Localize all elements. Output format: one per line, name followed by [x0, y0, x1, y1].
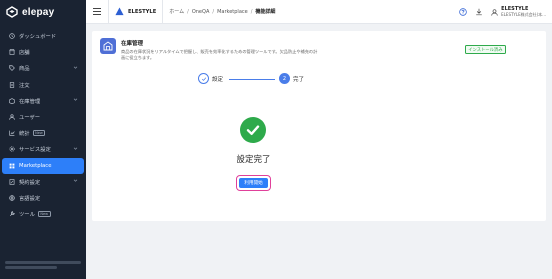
breadcrumb-separator: /	[250, 8, 253, 15]
step-settings: 設定	[198, 73, 223, 84]
start-button-highlight: 利用開始	[236, 175, 271, 191]
store-selector[interactable]: ELESTYLE	[109, 0, 162, 24]
check-icon	[246, 125, 260, 135]
sidebar-item[interactable]: ツール New	[0, 206, 86, 222]
grid-icon	[9, 163, 15, 169]
download-icon	[476, 8, 482, 16]
store-logo-icon	[115, 7, 124, 16]
stepper: 設定 2 完了	[92, 73, 546, 85]
app-description: 商品の在庫状況をリアルタイムで把握し、販売を効率化するための管理ツールです。欠品…	[121, 49, 318, 60]
sidebar-item[interactable]: Marketplace	[2, 157, 84, 174]
breadcrumb: ホーム / OneQA / Marketplace / 機能詳細	[163, 8, 276, 16]
sidebar-item-label: ダッシュボード	[19, 34, 57, 41]
breadcrumb-separator: /	[187, 8, 189, 15]
brand-logo[interactable]: elepay	[0, 0, 86, 24]
chevron-down-icon[interactable]	[73, 146, 78, 153]
sidebar-item[interactable]: 契約設定	[0, 174, 86, 190]
chevron-down-icon[interactable]	[73, 65, 78, 72]
breadcrumb-separator: /	[212, 8, 215, 15]
sidebar-item[interactable]: サービス設定	[0, 141, 86, 157]
app-title: 在庫管理	[121, 41, 144, 47]
breadcrumb-home[interactable]: ホーム	[169, 8, 184, 15]
sidebar-item[interactable]: 商品	[0, 60, 86, 76]
new-badge: New	[32, 129, 46, 137]
app-header: 在庫管理 商品の在庫状況をリアルタイムで把握し、販売を効率化するための管理ツール…	[100, 38, 321, 61]
help-button[interactable]	[455, 0, 471, 24]
document-icon	[9, 81, 15, 88]
wrench-icon	[9, 211, 15, 217]
check-icon	[201, 76, 206, 81]
sidebar-item-label: 言語設定	[19, 195, 41, 202]
chevron-down-icon[interactable]	[73, 178, 78, 185]
chart-icon	[9, 130, 15, 136]
store-icon	[9, 49, 15, 55]
user-menu[interactable]: ELESTYLE ELESTYLE株式会社(本...	[487, 6, 552, 18]
sidebar-item-label: 契約設定	[19, 179, 41, 186]
sidebar-nav: ダッシュボード 店舗 商品 注文 在庫管理 ユーザー 統計 New サービス設定 Marketpl…	[0, 28, 86, 222]
breadcrumb-oneqa[interactable]: OneQA	[192, 9, 210, 15]
sidebar-item-label: 店舗	[19, 50, 30, 57]
sidebar-item-label: サービス設定	[19, 147, 51, 154]
store-name: ELESTYLE	[128, 8, 157, 15]
top-header: ELESTYLE ホーム / OneQA / Marketplace / 機能詳…	[86, 0, 552, 24]
step-connector	[229, 78, 275, 80]
header-actions: ELESTYLE ELESTYLE株式会社(本...	[455, 0, 552, 24]
download-button[interactable]	[471, 0, 487, 24]
help-icon	[459, 8, 467, 16]
sidebar-item[interactable]: 在庫管理	[0, 93, 86, 109]
sidebar-item-label: ユーザー	[19, 115, 41, 122]
sidebar-item[interactable]: 店舗	[0, 44, 86, 60]
contract-icon	[9, 179, 15, 185]
sidebar-item-label: Marketplace	[19, 162, 52, 169]
user-icon	[491, 8, 498, 16]
brand-name: elepay	[22, 6, 55, 18]
box-icon	[9, 98, 15, 104]
breadcrumb-current: 機能詳細	[255, 9, 276, 15]
start-using-button[interactable]: 利用開始	[239, 178, 268, 188]
user-icon	[9, 114, 15, 120]
step-done-circle	[198, 73, 209, 84]
app-icon	[100, 38, 116, 54]
elepay-logo-icon	[6, 6, 18, 18]
sidebar-footer-blurred	[5, 261, 81, 271]
chevron-down-icon[interactable]	[73, 97, 78, 104]
step-complete: 2 完了	[279, 73, 304, 84]
warehouse-icon	[103, 41, 113, 51]
step-label: 完了	[293, 76, 305, 83]
sidebar-item[interactable]: ダッシュボード	[0, 28, 86, 44]
sidebar: elepay ダッシュボード 店舗 商品 注文 在庫管理 ユーザー 統計 New サービス設定 M…	[0, 0, 86, 279]
completion-title: 設定完了	[236, 155, 271, 165]
installed-badge: インストール済み	[464, 45, 506, 54]
clock-icon	[9, 33, 15, 39]
settings-icon	[9, 146, 15, 152]
sidebar-item[interactable]: 統計 New	[0, 125, 86, 141]
user-organization: ELESTYLE株式会社(本...	[501, 12, 546, 17]
user-info: ELESTYLE ELESTYLE株式会社(本...	[501, 6, 546, 18]
step-label: 設定	[212, 76, 224, 83]
step-number: 2	[279, 73, 290, 84]
tag-icon	[9, 65, 15, 72]
app-text: 在庫管理 商品の在庫状況をリアルタイムで把握し、販売を効率化するための管理ツール…	[121, 38, 321, 61]
sidebar-item[interactable]: 注文	[0, 77, 86, 93]
new-badge: New	[37, 210, 51, 218]
language-icon	[9, 195, 15, 201]
sidebar-item-label: 商品	[19, 66, 30, 73]
app-detail-card: 在庫管理 商品の在庫状況をリアルタイムで把握し、販売を効率化するための管理ツール…	[92, 31, 546, 221]
sidebar-item-label: ツール	[19, 212, 35, 219]
hamburger-icon	[93, 8, 101, 15]
sidebar-item-label: 統計	[19, 131, 30, 138]
sidebar-item-label: 在庫管理	[19, 98, 41, 105]
sidebar-item[interactable]: ユーザー	[0, 109, 86, 125]
success-icon	[240, 117, 266, 143]
sidebar-item[interactable]: 言語設定	[0, 190, 86, 206]
sidebar-item-label: 注文	[19, 82, 30, 89]
menu-toggle-button[interactable]	[86, 0, 108, 24]
breadcrumb-marketplace[interactable]: Marketplace	[217, 9, 248, 15]
